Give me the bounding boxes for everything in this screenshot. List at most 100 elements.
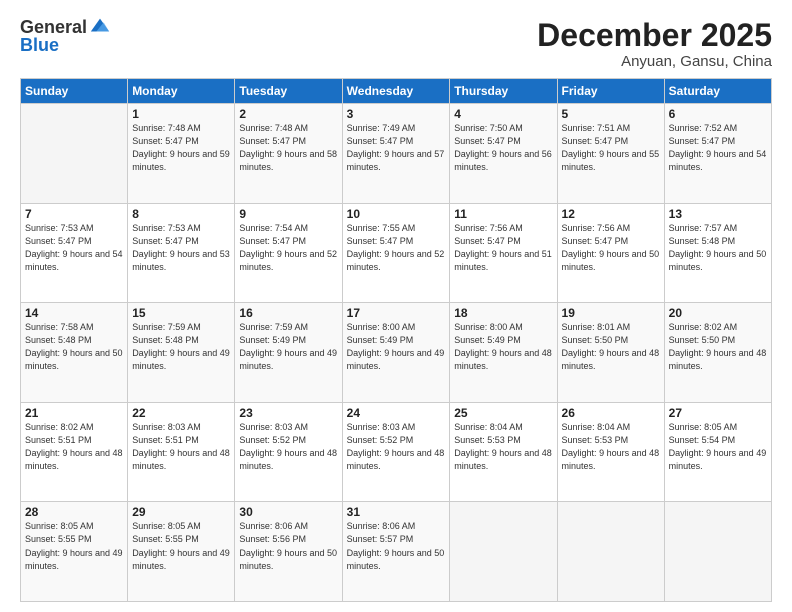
day-number: 6 — [669, 107, 767, 121]
sunrise-label: Sunrise: 7:55 AM — [347, 223, 416, 233]
sunrise-label: Sunrise: 7:56 AM — [454, 223, 523, 233]
day-info: Sunrise: 8:06 AMSunset: 5:57 PMDaylight:… — [347, 520, 446, 572]
daylight-label: Daylight: 9 hours and 49 minutes. — [347, 348, 445, 371]
calendar-cell: 12Sunrise: 7:56 AMSunset: 5:47 PMDayligh… — [557, 203, 664, 303]
calendar-cell: 3Sunrise: 7:49 AMSunset: 5:47 PMDaylight… — [342, 104, 450, 204]
day-info: Sunrise: 7:59 AM Sunset: 5:48 PM Daylight:… — [132, 321, 230, 373]
calendar-cell: 31Sunrise: 8:06 AMSunset: 5:57 PMDayligh… — [342, 502, 450, 602]
sunset-label: Sunset: 5:54 PM — [669, 435, 736, 445]
day-info: Sunrise: 8:05 AMSunset: 5:55 PMDaylight:… — [25, 520, 123, 572]
calendar-cell: 17Sunrise: 8:00 AMSunset: 5:49 PMDayligh… — [342, 303, 450, 403]
sunset-label: Sunset: 5:49 PM — [454, 335, 521, 345]
calendar-cell — [557, 502, 664, 602]
daylight-label: Daylight: 9 hours and 55 minutes. — [562, 149, 660, 172]
sunrise-label: Sunrise: 7:48 AM — [239, 123, 308, 133]
daylight-label: Daylight: 9 hours and 48 minutes. — [454, 348, 552, 371]
weekday-header: Tuesday — [235, 79, 342, 104]
day-number: 10 — [347, 207, 446, 221]
sunrise-label: Sunrise: 8:00 AM — [347, 322, 416, 332]
month-title: December 2025 — [537, 18, 772, 53]
daylight-label: Daylight: 9 hours and 49 minutes. — [239, 348, 337, 371]
sunrise-label: Sunrise: 8:03 AM — [239, 422, 308, 432]
day-info: Sunrise: 8:04 AMSunset: 5:53 PMDaylight:… — [562, 421, 660, 473]
sunrise-label: Sunrise: 7:48 AM — [132, 123, 201, 133]
sunrise-label: Sunrise: 7:58 AM — [25, 322, 94, 332]
sunset-label: Sunset: 5:47 PM — [347, 136, 414, 146]
day-info: Sunrise: 8:04 AMSunset: 5:53 PMDaylight:… — [454, 421, 552, 473]
day-number: 31 — [347, 505, 446, 519]
sunset-label: Sunset: 5:48 PM — [132, 335, 199, 345]
day-number: 16 — [239, 306, 337, 320]
sunrise-label: Sunrise: 7:53 AM — [132, 223, 201, 233]
calendar-cell: 10Sunrise: 7:55 AMSunset: 5:47 PMDayligh… — [342, 203, 450, 303]
calendar-cell: 27Sunrise: 8:05 AMSunset: 5:54 PMDayligh… — [664, 402, 771, 502]
day-info: Sunrise: 7:51 AM Sunset: 5:47 PM Daylight:… — [562, 122, 660, 174]
sunset-label: Sunset: 5:47 PM — [562, 136, 629, 146]
sunrise-label: Sunrise: 8:00 AM — [454, 322, 523, 332]
sunrise-label: Sunrise: 7:59 AM — [132, 322, 201, 332]
day-info: Sunrise: 8:00 AM Sunset: 5:49 PM Daylight:… — [347, 321, 446, 373]
calendar-cell: 28Sunrise: 8:05 AMSunset: 5:55 PMDayligh… — [21, 502, 128, 602]
daylight-label: Daylight: 9 hours and 49 minutes. — [25, 548, 123, 571]
daylight-label: Daylight: 9 hours and 49 minutes. — [132, 348, 230, 371]
sunrise-label: Sunrise: 8:04 AM — [454, 422, 523, 432]
calendar-cell: 22Sunrise: 8:03 AMSunset: 5:51 PMDayligh… — [128, 402, 235, 502]
calendar-cell: 26Sunrise: 8:04 AMSunset: 5:53 PMDayligh… — [557, 402, 664, 502]
sunrise-label: Sunrise: 8:05 AM — [669, 422, 738, 432]
calendar-cell: 2Sunrise: 7:48 AMSunset: 5:47 PMDaylight… — [235, 104, 342, 204]
daylight-label: Daylight: 9 hours and 59 minutes. — [132, 149, 230, 172]
day-info: Sunrise: 8:05 AMSunset: 5:55 PMDaylight:… — [132, 520, 230, 572]
day-info: Sunrise: 7:54 AMSunset: 5:47 PMDaylight:… — [239, 222, 337, 274]
day-number: 23 — [239, 406, 337, 420]
day-info: Sunrise: 7:49 AMSunset: 5:47 PMDaylight:… — [347, 122, 446, 174]
day-info: Sunrise: 8:01 AMSunset: 5:50 PMDaylight:… — [562, 321, 660, 373]
sunrise-label: Sunrise: 8:03 AM — [347, 422, 416, 432]
weekday-header: Friday — [557, 79, 664, 104]
calendar-week-row: 1Sunrise: 7:48 AMSunset: 5:47 PMDaylight… — [21, 104, 772, 204]
calendar-cell: 19Sunrise: 8:01 AMSunset: 5:50 PMDayligh… — [557, 303, 664, 403]
calendar-cell: 5Sunrise: 7:51 AMSunset: 5:47 PMDaylight… — [557, 104, 664, 204]
logo-icon — [89, 15, 111, 37]
day-number: 2 — [239, 107, 337, 121]
daylight-label: Daylight: 9 hours and 48 minutes. — [562, 448, 660, 471]
daylight-label: Daylight: 9 hours and 48 minutes. — [239, 448, 337, 471]
day-number: 22 — [132, 406, 230, 420]
day-info: Sunrise: 7:58 AMSunset: 5:48 PMDaylight:… — [25, 321, 123, 373]
calendar-cell: 1Sunrise: 7:48 AMSunset: 5:47 PMDaylight… — [128, 104, 235, 204]
daylight-label: Daylight: 9 hours and 58 minutes. — [239, 149, 337, 172]
day-info: Sunrise: 7:53 AMSunset: 5:47 PMDaylight:… — [132, 222, 230, 274]
daylight-label: Daylight: 9 hours and 56 minutes. — [454, 149, 552, 172]
sunset-label: Sunset: 5:56 PM — [239, 534, 306, 544]
sunset-label: Sunset: 5:50 PM — [562, 335, 629, 345]
calendar-cell: 23Sunrise: 8:03 AMSunset: 5:52 PMDayligh… — [235, 402, 342, 502]
day-info: Sunrise: 8:03 AMSunset: 5:52 PMDaylight:… — [239, 421, 337, 473]
day-number: 13 — [669, 207, 767, 221]
day-info: Sunrise: 7:50 AMSunset: 5:47 PMDaylight:… — [454, 122, 552, 174]
calendar-cell — [450, 502, 557, 602]
sunset-label: Sunset: 5:49 PM — [347, 335, 414, 345]
sunrise-label: Sunrise: 8:05 AM — [25, 521, 94, 531]
sunrise-label: Sunrise: 7:57 AM — [669, 223, 738, 233]
day-info: Sunrise: 7:56 AMSunset: 5:47 PMDaylight:… — [454, 222, 552, 274]
calendar-table: SundayMondayTuesdayWednesdayThursdayFrid… — [20, 78, 772, 602]
day-info: Sunrise: 7:53 AMSunset: 5:47 PMDaylight:… — [25, 222, 123, 274]
day-number: 3 — [347, 107, 446, 121]
logo-blue: Blue — [20, 36, 111, 56]
day-info: Sunrise: 7:48 AMSunset: 5:47 PMDaylight:… — [239, 122, 337, 174]
day-number: 11 — [454, 207, 552, 221]
calendar-header-row: SundayMondayTuesdayWednesdayThursdayFrid… — [21, 79, 772, 104]
sunrise-label: Sunrise: 7:51 AM — [562, 123, 631, 133]
daylight-label: Daylight: 9 hours and 52 minutes. — [239, 249, 337, 272]
calendar-week-row: 28Sunrise: 8:05 AMSunset: 5:55 PMDayligh… — [21, 502, 772, 602]
page: General Blue December 2025 Anyuan, Gansu… — [0, 0, 792, 612]
calendar-cell: 4Sunrise: 7:50 AMSunset: 5:47 PMDaylight… — [450, 104, 557, 204]
daylight-label: Daylight: 9 hours and 50 minutes. — [239, 548, 337, 571]
logo-text: General Blue — [20, 18, 111, 56]
day-number: 8 — [132, 207, 230, 221]
sunset-label: Sunset: 5:52 PM — [347, 435, 414, 445]
sunrise-label: Sunrise: 8:01 AM — [562, 322, 631, 332]
sunset-label: Sunset: 5:57 PM — [347, 534, 414, 544]
day-info: Sunrise: 7:48 AMSunset: 5:47 PMDaylight:… — [132, 122, 230, 174]
daylight-label: Daylight: 9 hours and 49 minutes. — [669, 448, 767, 471]
calendar-cell: 25Sunrise: 8:04 AMSunset: 5:53 PMDayligh… — [450, 402, 557, 502]
